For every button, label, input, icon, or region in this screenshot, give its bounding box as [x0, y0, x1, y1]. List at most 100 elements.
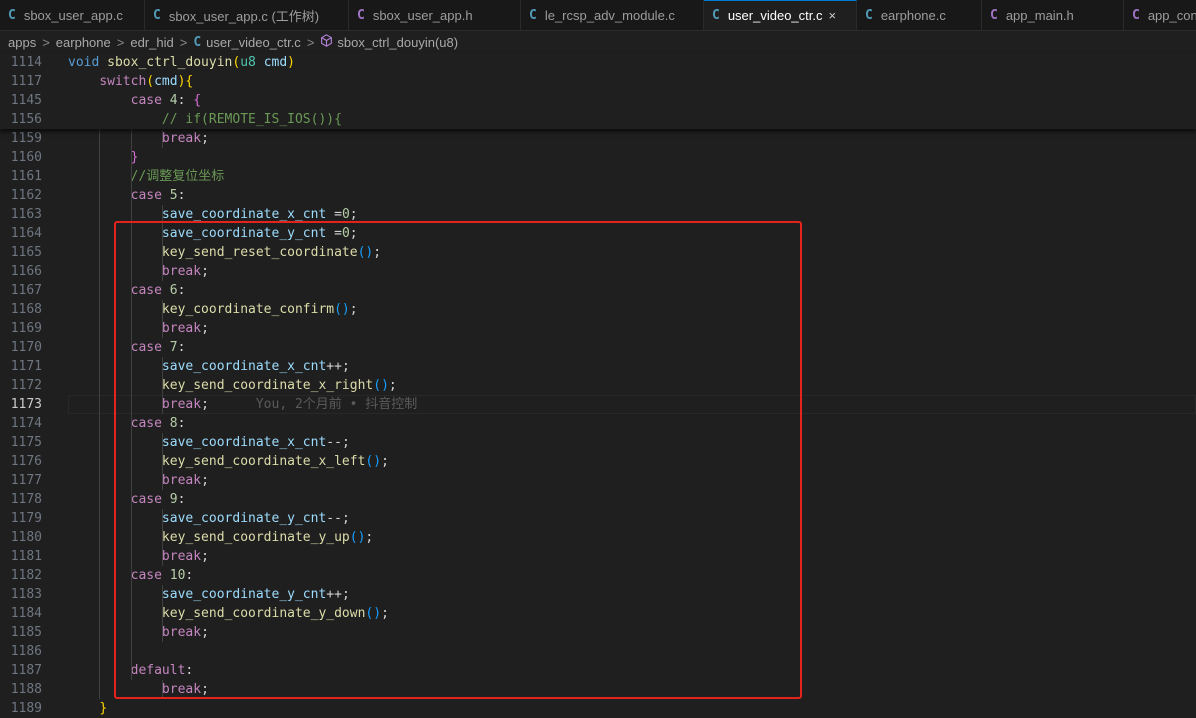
line-number: 1164: [10, 226, 42, 241]
sticky-line[interactable]: 1117 switch(cmd){: [0, 72, 1196, 91]
code-token: cmd: [154, 74, 178, 89]
c-file-icon: C: [990, 7, 998, 23]
tab-sbox-user-app-c[interactable]: Csbox_user_app.c (工作树): [145, 0, 349, 30]
c-file-icon: C: [153, 7, 161, 23]
code-text: break;: [68, 129, 209, 148]
tab-label: app_main.h: [1005, 7, 1074, 23]
line-number: 1189: [10, 701, 42, 716]
breadcrumb-item-file[interactable]: user_video_ctr.c: [206, 35, 301, 50]
c-file-icon: C: [8, 7, 16, 23]
line-number: 1177: [10, 473, 42, 488]
code-token: cmd: [263, 55, 288, 70]
tab-app-config-h[interactable]: Capp_config.h: [1124, 0, 1196, 30]
breadcrumb-item-symbol[interactable]: sbox_ctrl_douyin(u8): [337, 35, 458, 50]
code-token: // if(REMOTE_IS_IOS()){: [161, 112, 342, 127]
code-line[interactable]: 1159 break;: [0, 129, 1196, 148]
line-number: 1173: [10, 397, 42, 412]
line-number: 1174: [10, 416, 42, 431]
tab-app-main-h[interactable]: Capp_main.h: [982, 0, 1124, 30]
code-token: void: [68, 55, 100, 70]
tab-sbox-user-app-c[interactable]: Csbox_user_app.c: [0, 0, 145, 30]
line-number: 1181: [10, 549, 42, 564]
code-token: sbox_ctrl_douyin: [107, 55, 233, 70]
code-token: break: [161, 131, 202, 146]
tab-label: sbox_user_app.c: [23, 7, 123, 23]
tab-label: sbox_user_app.h: [372, 7, 473, 23]
code-token: :: [177, 93, 194, 108]
code-line[interactable]: 1161 //调整复位坐标: [0, 167, 1196, 186]
code-token: case: [130, 93, 162, 108]
tab-le-rcsp-adv-module-c[interactable]: Cle_rcsp_adv_module.c: [521, 0, 704, 30]
line-number: 1163: [10, 207, 42, 222]
line-number: 1171: [10, 359, 42, 374]
line-number: 1188: [10, 682, 42, 697]
line-number: 1176: [10, 454, 42, 469]
breadcrumb-item-earphone[interactable]: earphone: [56, 35, 111, 50]
chevron-right-icon: >: [179, 34, 188, 50]
line-number: 1168: [10, 302, 42, 317]
sticky-line[interactable]: 1145 case 4: {: [0, 91, 1196, 110]
line-number: 1170: [10, 340, 42, 355]
line-number: 1161: [10, 169, 42, 184]
line-number: 1117: [10, 74, 42, 89]
line-number: 1166: [10, 264, 42, 279]
breadcrumb-item-apps[interactable]: apps: [8, 35, 36, 50]
line-number: 1160: [10, 150, 42, 165]
tab-label: sbox_user_app.c (工作树): [168, 8, 320, 24]
line-number: 1172: [10, 378, 42, 393]
c-file-icon: C: [193, 34, 202, 50]
tab-sbox-user-app-h[interactable]: Csbox_user_app.h: [349, 0, 521, 30]
sticky-line[interactable]: 1156 // if(REMOTE_IS_IOS()){: [0, 110, 1196, 129]
c-file-icon: C: [1132, 7, 1140, 23]
code-token: switch: [99, 74, 147, 89]
tab-label: le_rcsp_adv_module.c: [544, 7, 675, 23]
line-number: 1156: [10, 112, 42, 127]
code-text: switch(cmd){: [68, 72, 193, 91]
chevron-right-icon: >: [306, 34, 315, 50]
code-token: (: [146, 74, 155, 89]
breadcrumb: apps > earphone > edr_hid > C user_video…: [0, 31, 1196, 53]
line-number: 1183: [10, 587, 42, 602]
sticky-line[interactable]: 1114 void sbox_ctrl_douyin(u8 cmd): [0, 53, 1196, 72]
tab-label: app_config.h: [1147, 7, 1196, 23]
highlight-annotation-box: [114, 221, 802, 699]
line-number: 1162: [10, 188, 42, 203]
code-token: =: [326, 207, 342, 222]
code-editor[interactable]: 1114 void sbox_ctrl_douyin(u8 cmd) 1117 sw…: [0, 53, 1196, 718]
tab-user-video-ctr-c[interactable]: Cuser_video_ctr.c ×: [704, 0, 857, 30]
code-token: 4: [169, 93, 178, 108]
code-line[interactable]: 1160 }: [0, 148, 1196, 167]
code-token: 5: [169, 188, 178, 203]
line-number: 1114: [10, 55, 42, 70]
code-text: }: [68, 699, 107, 718]
tab-earphone-c[interactable]: Cearphone.c: [857, 0, 982, 30]
code-token: }: [130, 150, 139, 165]
chevron-right-icon: >: [42, 34, 50, 50]
tab-label: user_video_ctr.c: [727, 8, 823, 23]
code-token: :: [177, 188, 186, 203]
line-number: 1182: [10, 568, 42, 583]
close-icon[interactable]: ×: [829, 8, 837, 23]
c-file-icon: C: [357, 7, 365, 23]
line-number: 1179: [10, 511, 42, 526]
code-text: case 4: {: [68, 91, 201, 110]
code-line[interactable]: 1162 case 5:: [0, 186, 1196, 205]
sticky-scroll-header[interactable]: 1114 void sbox_ctrl_douyin(u8 cmd) 1117 sw…: [0, 53, 1196, 129]
c-file-icon: C: [865, 7, 873, 23]
code-token: 0: [341, 207, 350, 222]
breadcrumb-item-edr-hid[interactable]: edr_hid: [130, 35, 173, 50]
code-line[interactable]: 1189 }: [0, 699, 1196, 718]
code-token: save_coordinate_x_cnt: [161, 207, 327, 222]
line-number: 1165: [10, 245, 42, 260]
code-text: case 5:: [68, 186, 186, 205]
c-file-icon: C: [712, 8, 720, 23]
line-number: 1187: [10, 663, 42, 678]
cube-icon: [320, 34, 333, 50]
